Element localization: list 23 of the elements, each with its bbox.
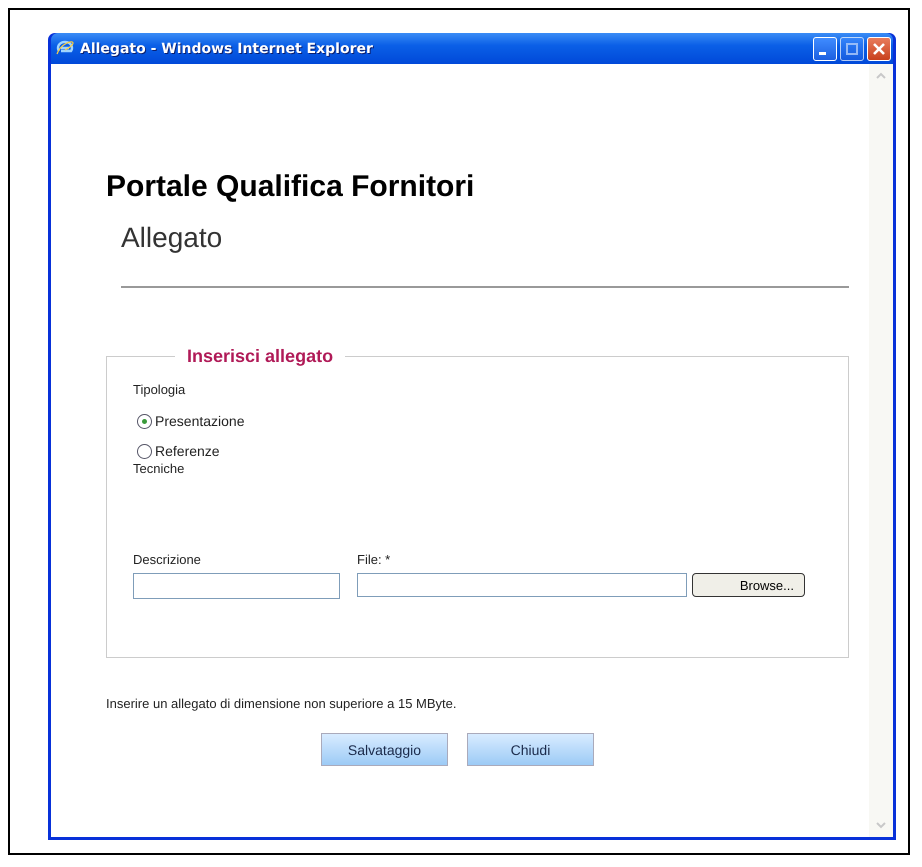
browse-button[interactable]: Browse... [692,573,805,597]
minimize-icon [819,52,826,55]
file-field[interactable] [357,573,687,597]
action-button[interactable]: Salvataggio [321,733,448,766]
description-label: Descrizione [133,552,202,567]
window-title: Allegato - Windows Internet Explorer [80,40,373,56]
radio-option[interactable]: Presentazione [137,413,823,429]
type-note: Tecniche [133,461,186,476]
scrollbar[interactable] [869,64,893,837]
page-subheading: Allegato [121,222,224,254]
size-note: Inserire un allegato di dimensione non superiore a 15 MByte. [106,696,458,711]
description-field[interactable] [133,573,340,599]
action-button[interactable]: Chiudi [467,733,594,766]
maximize-icon [846,42,858,54]
page-heading: Portale Qualifica Fornitori [106,170,476,204]
panel-legend: Inserisci allegato [175,346,346,367]
close-button[interactable] [867,36,891,60]
radio-option[interactable]: Referenze [137,443,823,459]
close-icon [872,42,886,56]
type-label: Tipologia [133,382,186,397]
minimize-button[interactable] [813,36,837,60]
file-label: File: * [357,552,392,567]
maximize-button[interactable] [840,36,864,60]
